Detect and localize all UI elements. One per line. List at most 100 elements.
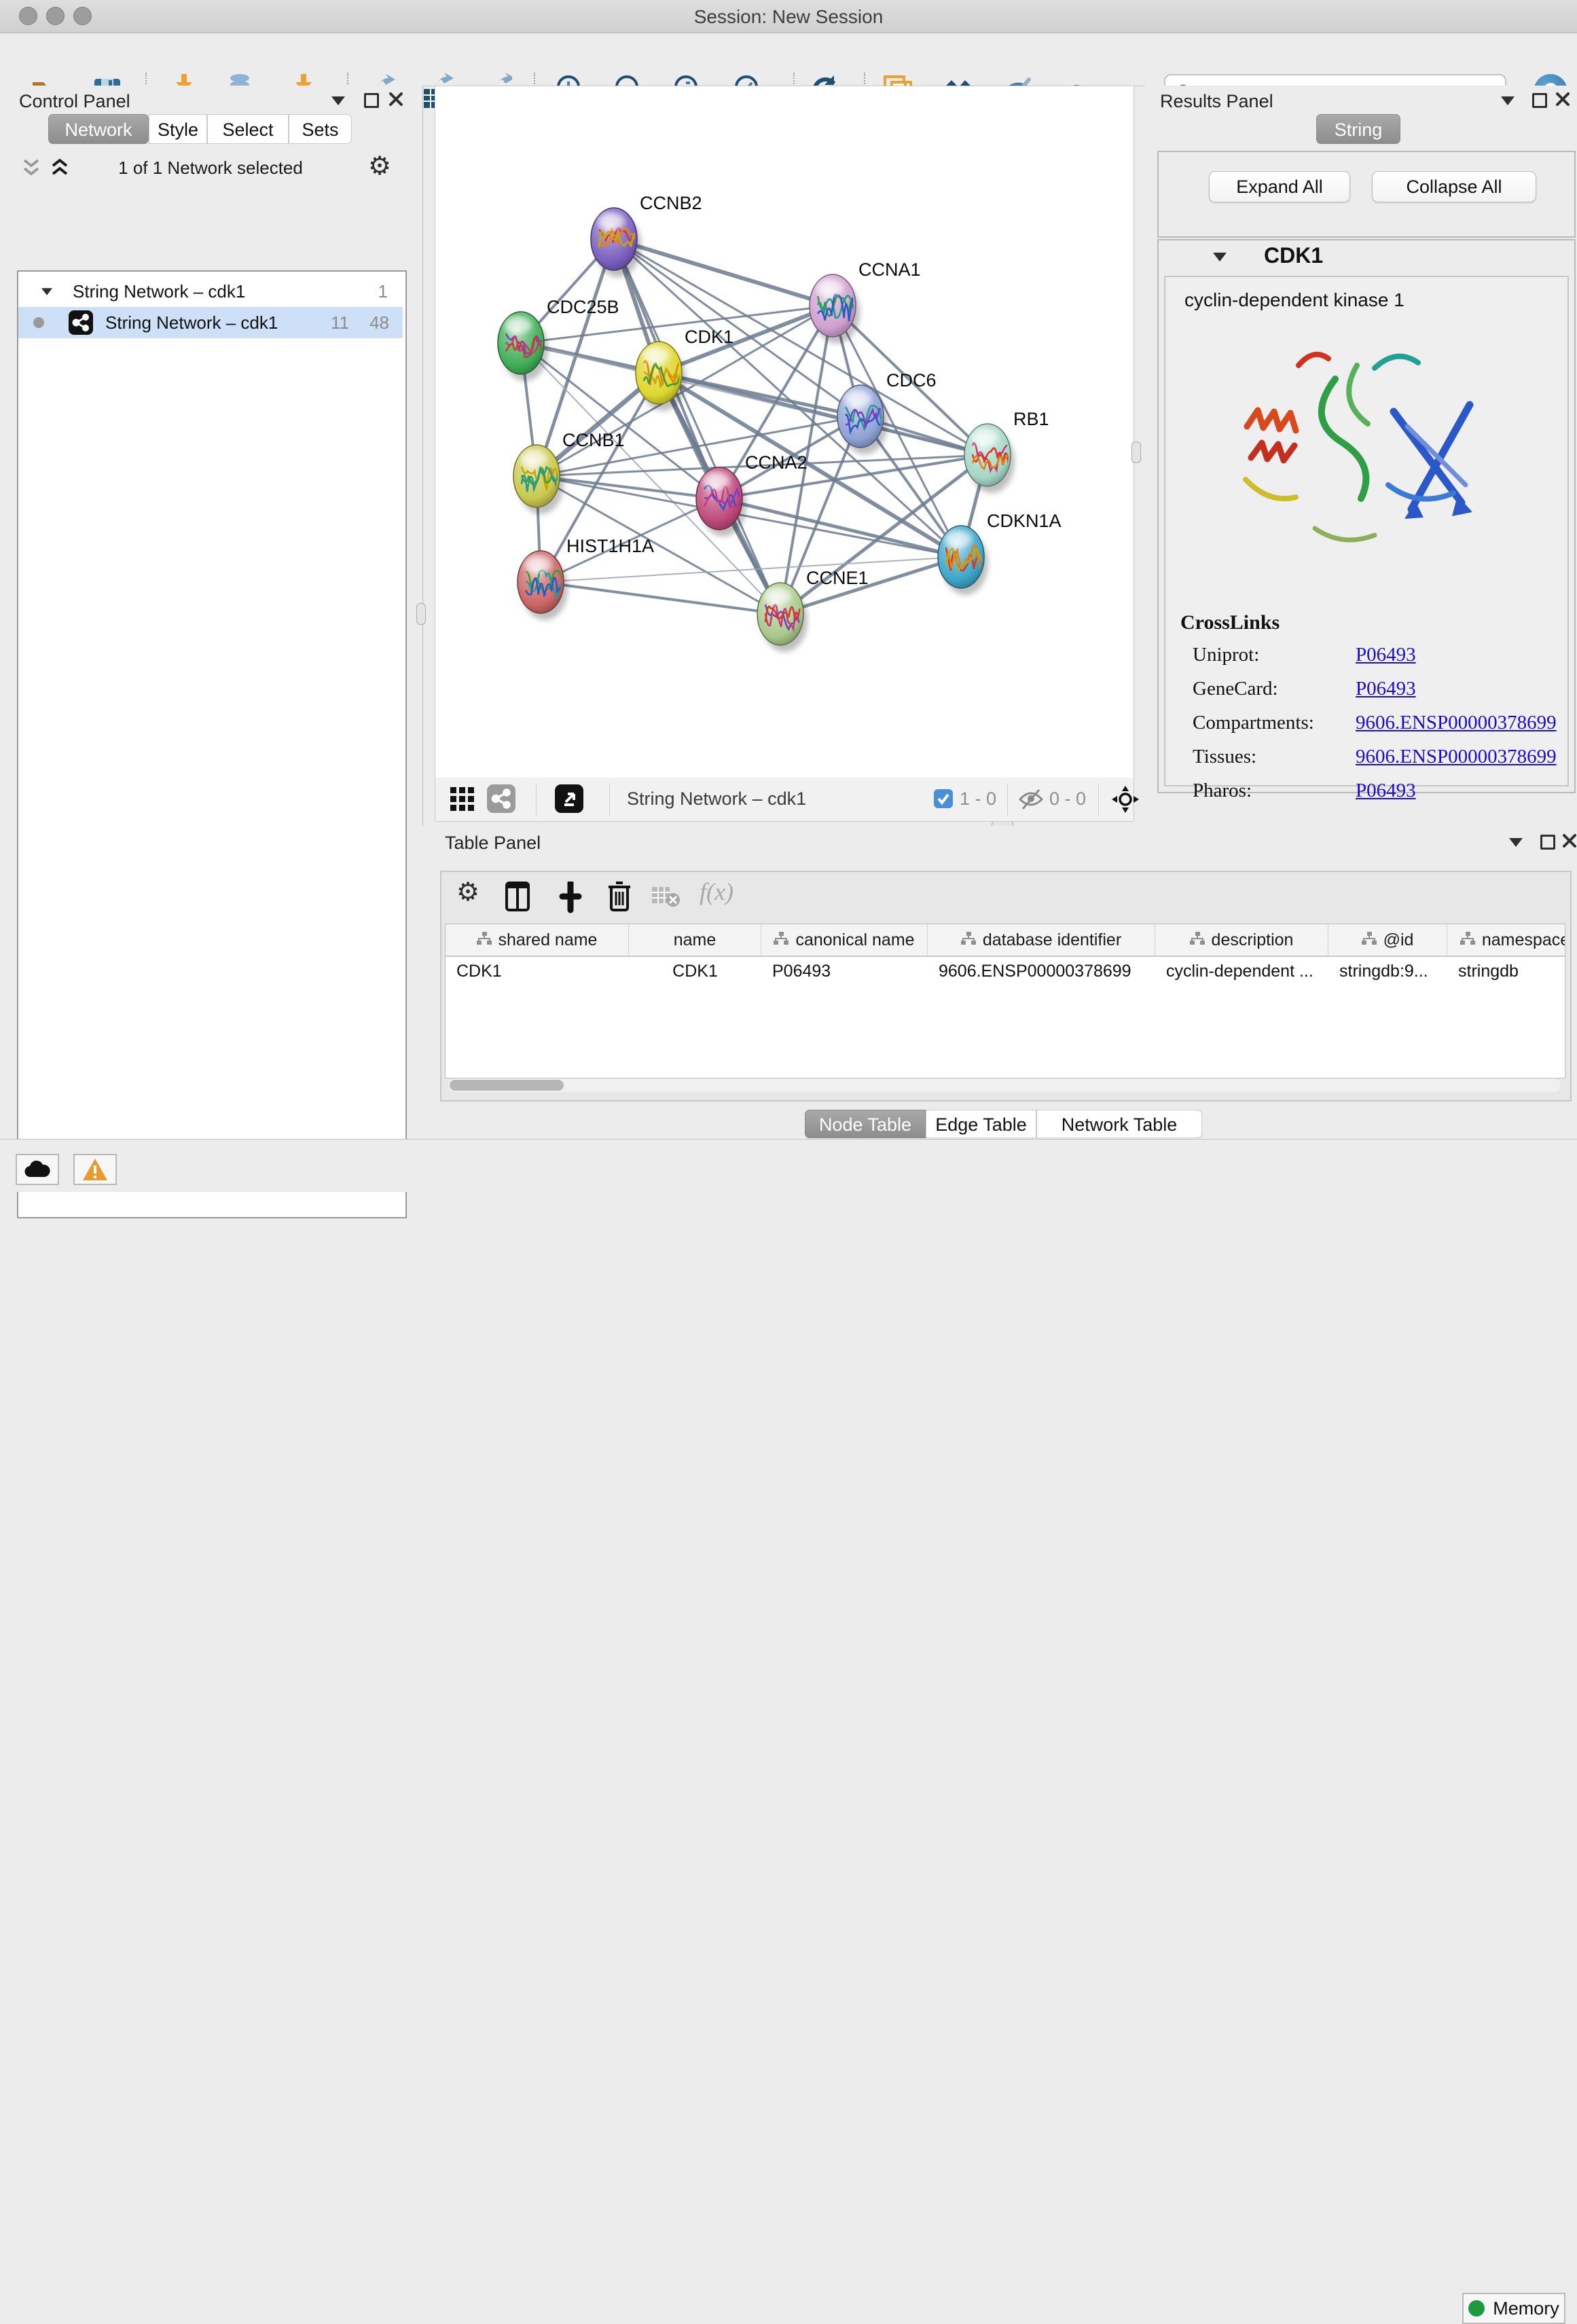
expand-all-button[interactable]: Expand All (1209, 171, 1350, 202)
collapse-panel-icon[interactable] (331, 96, 345, 105)
collection-expander-icon[interactable] (41, 288, 52, 295)
scrollbar-thumb[interactable] (450, 1080, 564, 1091)
results-panel-title: Results Panel (1160, 91, 1273, 112)
gene-description: cyclin-dependent kinase 1 (1184, 289, 1404, 311)
memory-label: Memory (1493, 2298, 1559, 2319)
gene-section: CDK1 cyclin-dependent kinase 1 CrossLink… (1157, 239, 1576, 793)
expand-all-networks-icon[interactable] (49, 158, 72, 178)
column-header[interactable]: @id (1328, 924, 1447, 956)
table-row[interactable]: CDK1CDK1P064939606.ENSP00000378699cyclin… (446, 957, 1565, 985)
table-header-row: shared namenamecanonical namedatabase id… (446, 924, 1565, 957)
selected-checkbox-icon[interactable] (934, 789, 953, 808)
network-row[interactable]: String Network – cdk1 11 48 (18, 307, 403, 338)
column-type-icon (961, 930, 976, 950)
tab-network[interactable]: Network (48, 114, 149, 144)
tab-sets[interactable]: Sets (289, 114, 352, 144)
crosslink-row: Pharos:P06493 (1193, 780, 1559, 802)
table-cell: CDK1 (446, 957, 629, 985)
network-node-cdkn1a[interactable]: CDKN1A (938, 511, 1062, 595)
network-edge[interactable] (541, 582, 780, 614)
tab-edge-table[interactable]: Edge Table (926, 1110, 1036, 1138)
memory-button[interactable]: Memory (1462, 2293, 1565, 2324)
gene-details: cyclin-dependent kinase 1 CrossLinks Uni… (1164, 276, 1569, 786)
float-panel-icon[interactable] (1532, 93, 1547, 108)
network-view-toolbar: String Network – cdk1 1 - 0 0 - 0 (435, 778, 1134, 822)
status-bar: Memory (0, 1139, 1577, 1192)
collapse-panel-icon[interactable] (1509, 838, 1523, 847)
node-label: RB1 (1013, 409, 1049, 429)
crosslink-link[interactable]: P06493 (1356, 644, 1416, 666)
network-canvas[interactable]: CCNB2CCNA1CDC25BCDK1CDC6RB1CCNB1CCNA2CDK… (435, 86, 1134, 779)
column-header[interactable]: canonical name (761, 924, 928, 956)
table-options-gear-icon[interactable]: ⚙ (456, 879, 479, 915)
warnings-button[interactable] (73, 1154, 117, 1185)
column-header[interactable]: database identifier (928, 924, 1155, 956)
show-columns-icon[interactable] (504, 880, 531, 915)
cloud-button[interactable] (16, 1154, 59, 1185)
network-edge[interactable] (614, 239, 833, 306)
column-header[interactable]: name (629, 924, 761, 956)
column-header[interactable]: shared name (446, 924, 629, 956)
network-view-icon[interactable] (487, 784, 515, 813)
selected-count: 1 - 0 (960, 788, 996, 810)
results-actions-box: Expand All Collapse All (1157, 151, 1576, 238)
grid-view-icon[interactable] (450, 787, 475, 812)
column-header-label: @id (1383, 930, 1414, 950)
right-splitter-handle[interactable] (1131, 441, 1141, 463)
network-node-rb1[interactable]: RB1 (964, 409, 1049, 493)
left-splitter-handle[interactable] (416, 603, 426, 625)
node-label: CDKN1A (987, 511, 1062, 531)
close-panel-icon[interactable] (1562, 833, 1577, 848)
float-panel-icon[interactable] (364, 93, 379, 108)
crosslink-link[interactable]: 9606.ENSP00000378699 (1356, 712, 1557, 734)
network-edge[interactable] (537, 476, 719, 498)
crosslink-link[interactable]: P06493 (1356, 678, 1416, 700)
detach-view-icon[interactable] (555, 784, 583, 813)
node-label: CCNA1 (858, 259, 921, 280)
collapse-all-networks-icon[interactable] (20, 158, 43, 178)
crosslink-row: Tissues:9606.ENSP00000378699 (1193, 746, 1559, 768)
crosslink-row: Uniprot:P06493 (1193, 644, 1559, 666)
tab-network-table[interactable]: Network Table (1036, 1110, 1202, 1138)
collapse-all-button[interactable]: Collapse All (1372, 171, 1536, 202)
tab-node-table[interactable]: Node Table (805, 1110, 926, 1138)
node-label: CCNB1 (562, 430, 625, 450)
table-horizontal-scrollbar[interactable] (448, 1078, 1561, 1092)
table-cell: cyclin-dependent ... (1155, 957, 1328, 985)
network-node-count: 11 (331, 312, 349, 333)
gene-expander-icon[interactable] (1213, 253, 1227, 261)
crosslink-link[interactable]: P06493 (1356, 780, 1416, 802)
crosslink-row: GeneCard:P06493 (1193, 678, 1559, 700)
add-column-icon[interactable] (556, 882, 585, 917)
network-graph[interactable]: CCNB2CCNA1CDC25BCDK1CDC6RB1CCNB1CCNA2CDK… (435, 86, 1134, 778)
table-cell: 9606.ENSP00000378699 (928, 957, 1155, 985)
node-label: HIST1H1A (566, 536, 654, 556)
network-node-ccna1[interactable]: CCNA1 (810, 259, 921, 344)
collection-name: String Network – cdk1 (73, 281, 245, 302)
tab-select[interactable]: Select (207, 114, 289, 144)
column-header[interactable]: namespace (1447, 924, 1565, 956)
column-header[interactable]: description (1155, 924, 1328, 956)
close-panel-icon[interactable] (388, 92, 403, 107)
tab-style[interactable]: Style (149, 114, 207, 144)
collapse-panel-icon[interactable] (1501, 96, 1515, 105)
table-cell: stringdb (1447, 957, 1565, 985)
birdseye-navigator-icon[interactable] (1110, 784, 1140, 814)
network-node-ccnb2[interactable]: CCNB2 (591, 193, 702, 277)
network-collection-row[interactable]: String Network – cdk1 1 (18, 276, 403, 307)
crosslink-label: Tissues: (1193, 746, 1356, 768)
network-edge[interactable] (614, 239, 780, 614)
hidden-count: 0 - 0 (1049, 788, 1086, 810)
network-options-gear-icon[interactable]: ⚙ (368, 153, 391, 179)
float-panel-icon[interactable] (1540, 835, 1555, 850)
crosslink-label: Compartments: (1193, 712, 1356, 734)
crosslink-link[interactable]: 9606.ENSP00000378699 (1356, 746, 1557, 768)
delete-column-icon[interactable] (606, 879, 633, 914)
tab-string[interactable]: String (1316, 114, 1400, 144)
network-edge[interactable] (659, 373, 987, 455)
function-builder-icon-disabled: f(x) (700, 877, 733, 913)
network-node-ccne1[interactable]: CCNE1 (757, 568, 869, 652)
close-panel-icon[interactable] (1555, 92, 1570, 107)
window-title: Session: New Session (0, 6, 1577, 28)
memory-status-dot (1468, 2300, 1485, 2317)
